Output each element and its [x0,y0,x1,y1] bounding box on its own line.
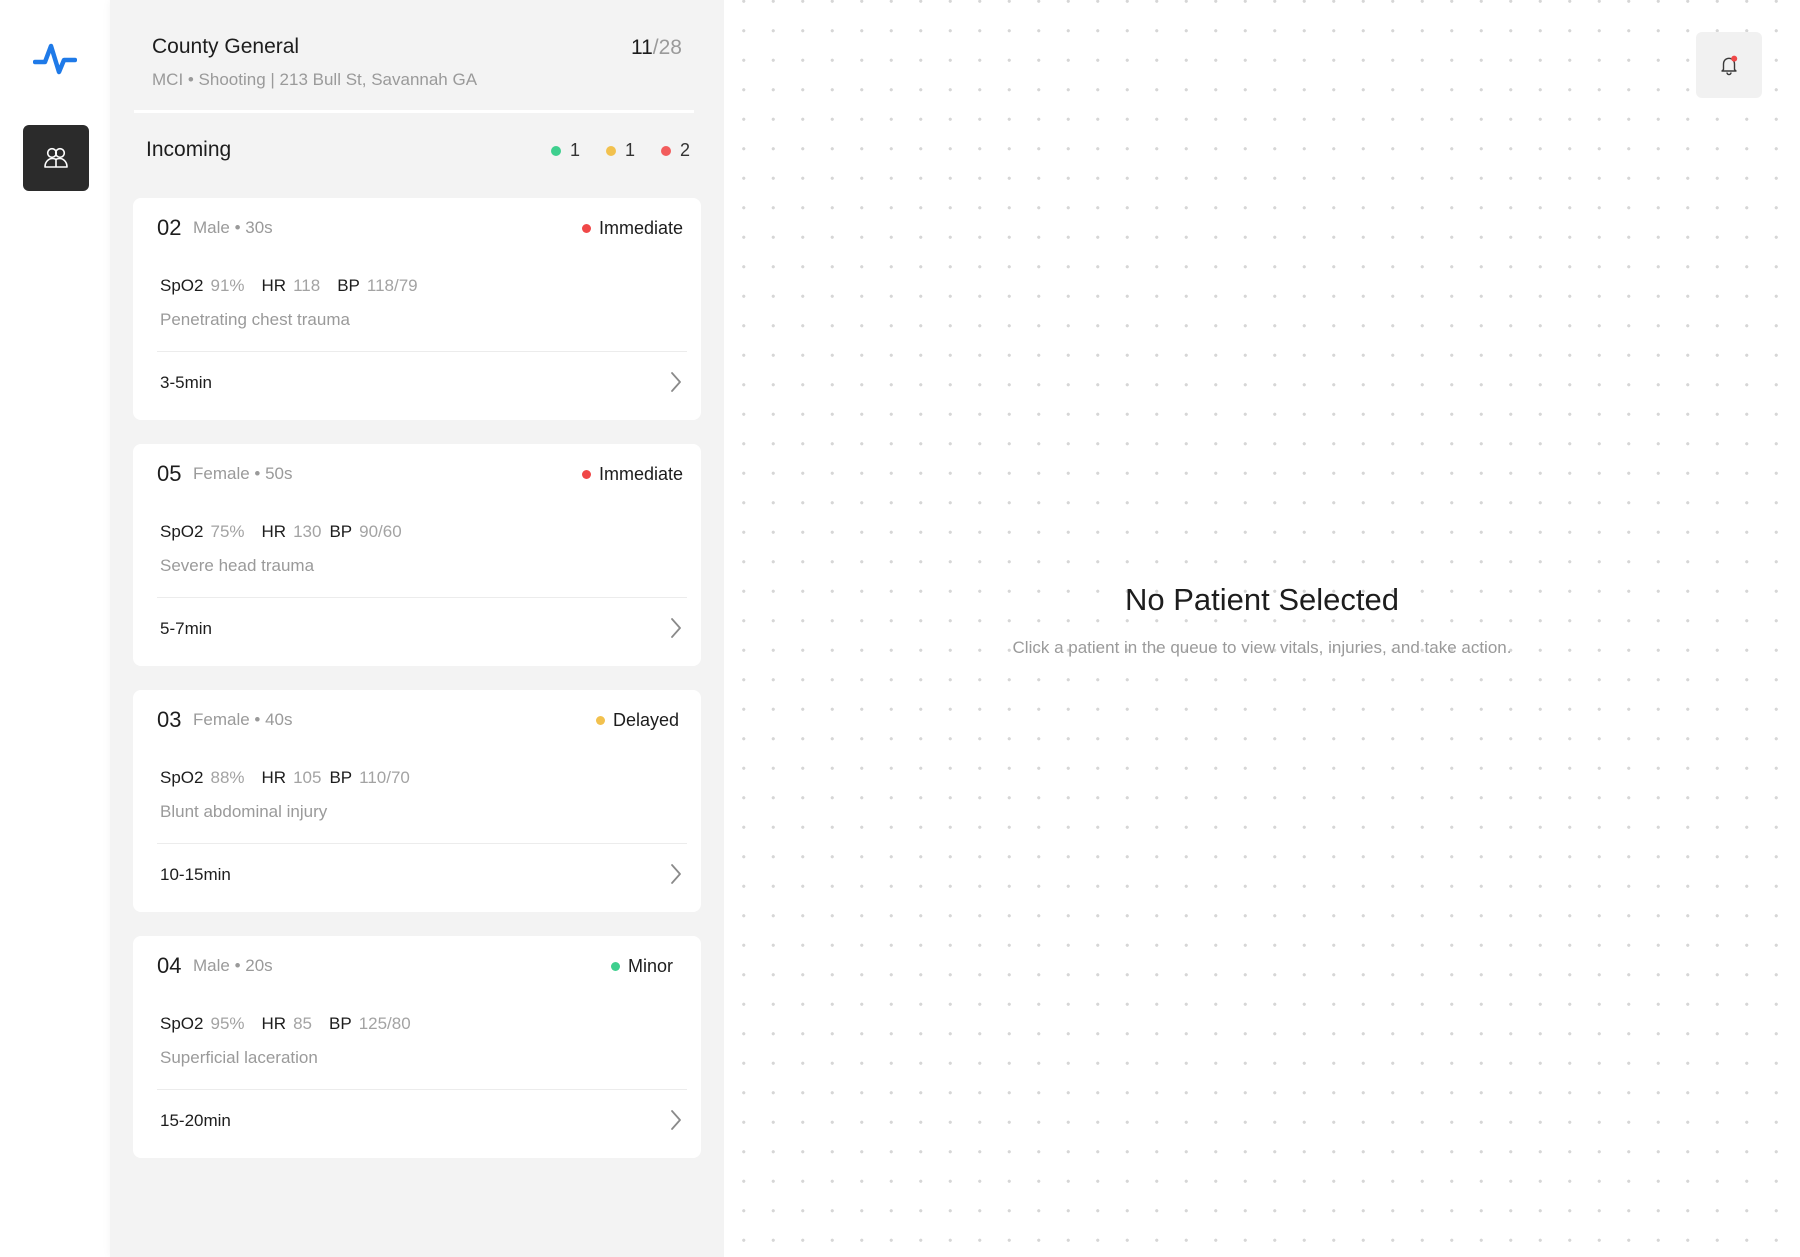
patient-demographics: Male • 30s [193,218,273,237]
count-delayed: 1 [605,140,635,161]
count-minor: 1 [550,140,580,161]
nav-patients-button[interactable] [23,125,89,191]
patient-id: 05 [157,461,182,486]
patient-card[interactable]: 05 Female • 50s Immediate SpO2 75% HR 130 … [133,444,701,666]
status-badge: Immediate [581,218,683,239]
patient-queue-panel: County General MCI • Shooting | 213 Bull… [110,0,724,1257]
hr-value: 105 [293,768,322,787]
count-delayed-value: 1 [624,140,635,160]
bp-value: 125/80 [358,1014,411,1033]
hr-label: HR [261,768,287,787]
count-minor-value: 1 [569,140,580,160]
spo2-value: 75% [210,522,245,541]
triage-counts: 1 1 2 [550,140,690,161]
spo2-value: 88% [210,768,245,787]
delayed-dot [605,145,616,156]
status-badge: Immediate [581,464,683,485]
patient-demographics: Male • 20s [193,956,273,975]
vitals-row: SpO2 91% HR 118 BP 118/79 [160,276,435,296]
status-dot [595,716,605,725]
vitals-row: SpO2 88% HR 105 BP 110/70 [160,768,427,788]
spo2-value: 95% [210,1014,245,1033]
bp-value: 118/79 [366,276,418,295]
injury-description: Severe head trauma [160,556,315,575]
hr-label: HR [261,276,287,295]
patient-count: 11/28 [631,36,682,60]
incident-description: MCI • Shooting | 213 Bull St, Savannah G… [152,70,478,89]
bp-label: BP [329,1014,352,1033]
status-badge: Minor [610,956,673,977]
patient-demographics: Female • 40s [193,710,293,729]
spo2-label: SpO2 [160,768,204,787]
card-divider [157,843,687,844]
immediate-dot [660,145,671,156]
spo2-label: SpO2 [160,1014,204,1033]
patient-detail-area: No Patient Selected Click a patient in t… [724,0,1800,1257]
spo2-value: 91% [210,276,245,295]
queue-title: Incoming [146,138,232,161]
patient-card[interactable]: 03 Female • 40s Delayed SpO2 88% HR 105 BP… [133,690,701,912]
patient-id: 02 [157,215,182,240]
chevron-right-icon[interactable] [669,862,683,886]
status-badge: Delayed [595,710,679,731]
hospital-header: County General MCI • Shooting | 213 Bull… [134,0,694,113]
empty-state-title: No Patient Selected [1124,582,1399,617]
card-divider [157,1089,687,1090]
vitals-row: SpO2 95% HR 85 BP 125/80 [160,1014,428,1034]
vitals-row: SpO2 75% HR 130 BP 90/60 [160,522,419,542]
hr-value: 118 [293,276,321,295]
status-dot [610,962,620,971]
status-dot [581,224,591,233]
bell-icon [1721,55,1738,76]
status-label: Delayed [612,710,679,730]
chevron-right-icon[interactable] [669,1108,683,1132]
status-label: Minor [627,956,673,976]
patient-card[interactable]: 02 Male • 30s Immediate SpO2 91% HR 118 BP… [133,198,701,420]
bp-label: BP [337,276,360,295]
notifications-button[interactable] [1696,32,1762,98]
hr-label: HR [261,1014,287,1033]
chevron-right-icon[interactable] [669,616,683,640]
patient-count-current: 11 [630,36,653,59]
card-divider [157,351,687,352]
pulse-logo-icon [33,43,77,75]
notification-dot [1731,55,1738,62]
bp-label: BP [329,522,353,541]
patient-demographics: Female • 50s [193,464,293,483]
card-divider [157,597,687,598]
chevron-right-icon[interactable] [669,370,683,394]
status-dot [581,470,591,479]
patient-id: 04 [157,953,182,978]
count-immediate-value: 2 [679,140,690,160]
patient-card[interactable]: 04 Male • 20s Minor SpO2 95% HR 85 BP 125/8… [133,936,701,1158]
bp-value: 90/60 [359,522,402,541]
hospital-name: County General [152,35,300,58]
patients-icon [44,147,68,168]
eta-time: 5-7min [160,619,212,638]
hr-value: 85 [293,1014,312,1033]
injury-description: Penetrating chest trauma [160,310,350,329]
bp-value: 110/70 [359,768,410,787]
icon-rail [0,0,110,1257]
eta-time: 15-20min [160,1111,231,1130]
eta-time: 10-15min [160,865,231,884]
patient-count-total: /28 [652,36,682,59]
spo2-label: SpO2 [160,276,204,295]
hr-value: 130 [293,522,322,541]
injury-description: Blunt abdominal injury [160,802,328,821]
injury-description: Superficial laceration [160,1048,318,1067]
status-label: Immediate [598,464,683,484]
empty-state-subtitle: Click a patient in the queue to view vit… [1012,638,1512,657]
bp-label: BP [329,768,353,787]
eta-time: 3-5min [160,373,212,392]
spo2-label: SpO2 [160,522,204,541]
minor-dot [550,145,561,156]
count-immediate: 2 [660,140,690,161]
patient-id: 03 [157,707,182,732]
hr-label: HR [261,522,287,541]
status-label: Immediate [598,218,683,238]
